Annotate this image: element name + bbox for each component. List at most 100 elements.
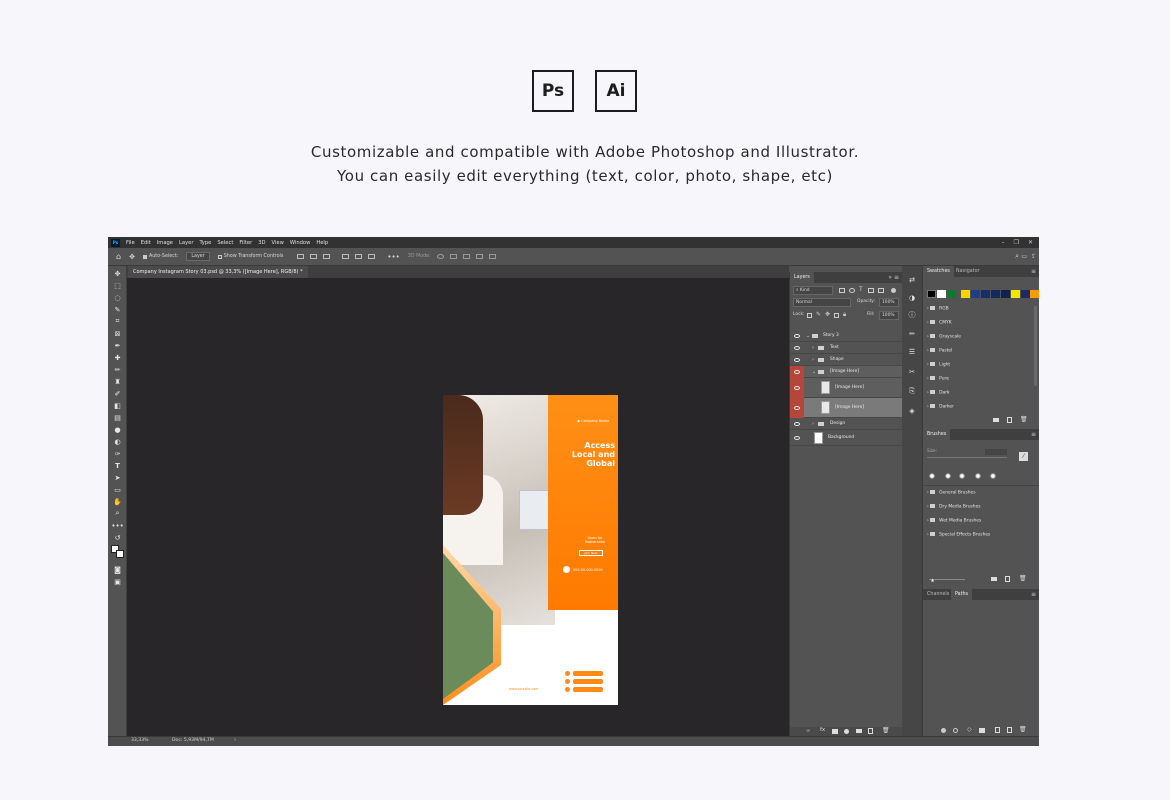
panel-collapse-icon[interactable]: » [888,274,892,281]
brush-group[interactable]: › Special Effects Brushes [927,532,990,538]
delete-path-icon[interactable]: 🗑︎ [1019,726,1027,733]
align-middle-icon[interactable] [355,254,363,259]
new-layer-icon[interactable] [868,728,873,734]
dodge-tool-icon[interactable]: ◐ [113,438,122,446]
menu-select[interactable]: Select [217,240,233,246]
panel-menu-icon[interactable]: ≡ [1031,591,1036,598]
swatch-group[interactable]: › Pastel [927,348,952,354]
expand-arrow-icon[interactable]: ⌄ [806,333,810,339]
eyedropper-tool-icon[interactable]: ✒ [113,342,122,350]
new-brush-preset-icon[interactable] [1005,576,1010,582]
eraser-tool-icon[interactable]: ◧ [113,402,122,410]
tab-navigator[interactable]: Navigator [952,266,983,277]
new-group-icon[interactable] [856,729,862,733]
visibility-eye-icon[interactable] [794,333,800,338]
swatch[interactable] [991,290,1000,298]
3d-orbit-icon[interactable] [436,254,444,259]
info-icon[interactable]: ⓘ [908,311,916,319]
delete-layer-icon[interactable]: 🗑︎ [882,727,890,734]
new-group-icon[interactable] [993,418,999,422]
zoom-level[interactable]: 33,33% [131,738,149,743]
menu-help[interactable]: Help [316,240,328,246]
menu-file[interactable]: File [126,240,135,246]
canvas-area[interactable]: ◉ Company Name Access Local and Global O… [127,278,789,736]
swatch-group[interactable]: › Darker [927,404,954,410]
align-top-icon[interactable] [342,254,350,259]
delete-swatch-icon[interactable]: 🗑︎ [1020,416,1028,423]
panel-menu-icon[interactable]: ≡ [894,274,899,281]
character-icon[interactable]: ✂ [908,368,916,376]
type-tool-icon[interactable]: T [113,462,122,470]
lock-artboard-icon[interactable] [834,313,839,318]
tab-brushes[interactable]: Brushes [923,429,951,440]
swatches-scrollbar[interactable] [1034,306,1037,386]
lock-all-icon[interactable]: 🔒︎ [843,311,846,319]
swatch[interactable] [937,290,946,298]
minimize-icon[interactable]: – [1002,239,1005,246]
filter-type-icon[interactable]: T [859,286,863,293]
expand-arrow-icon[interactable]: › [812,357,814,363]
menu-3d[interactable]: 3D [258,240,265,246]
layer-row[interactable]: Background [790,430,903,446]
shape-tool-icon[interactable]: ▭ [113,486,122,494]
load-selection-icon[interactable]: ◇ [967,726,972,733]
workspace-icon[interactable]: ▭ [1021,253,1027,260]
show-transform-checkbox[interactable] [217,254,222,259]
pen-tool-icon[interactable]: ✑ [113,450,122,458]
filter-toggle-icon[interactable] [891,288,896,293]
brush-preset[interactable] [990,473,996,479]
layer-row[interactable]: › Shape [790,354,903,366]
swatch[interactable] [961,290,970,298]
align-left-icon[interactable] [297,254,305,259]
visibility-eye-icon[interactable] [794,385,800,390]
menu-view[interactable]: View [272,240,284,246]
marquee-tool-icon[interactable]: ⬚ [113,282,122,290]
swatch-group[interactable]: › Light [927,362,950,368]
artboard-instagram-story[interactable]: ◉ Company Name Access Local and Global O… [443,395,618,705]
tab-layers[interactable]: Layers [790,272,814,283]
layer-row[interactable]: › Design [790,418,903,430]
fill-path-icon[interactable] [941,728,946,733]
brush-group[interactable]: › Wet Media Brushes [927,518,981,524]
hand-tool-icon[interactable]: ✋ [113,498,122,506]
layer-row[interactable]: [Image Here] [790,378,903,398]
crop-tool-icon[interactable]: ⌗ [113,317,122,325]
brush-preset[interactable] [975,473,981,479]
swatch-group[interactable]: › Dark [927,390,950,396]
filter-kind-dropdown[interactable]: ⌕ Kind [793,286,833,295]
align-right-icon[interactable] [323,254,331,259]
filter-smart-icon[interactable] [878,288,884,293]
new-group-icon[interactable] [1007,727,1012,733]
visibility-eye-icon[interactable] [794,421,800,426]
clone-stamp-tool-icon[interactable]: ♜ [113,378,122,386]
brush-preset[interactable] [929,473,935,479]
swatch[interactable] [981,290,990,298]
swap-colors-icon[interactable]: ↺ [113,534,122,542]
brush-group[interactable]: › General Brushes [927,490,976,496]
quick-mask-icon[interactable]: ◙ [113,566,122,574]
menu-filter[interactable]: Filter [239,240,252,246]
more-options-icon[interactable]: ••• [387,253,399,261]
color-icon[interactable]: ◑ [908,294,916,302]
align-bottom-icon[interactable] [368,254,376,259]
blur-tool-icon[interactable]: ● [113,426,122,434]
swatch-group[interactable]: › RGB [927,306,949,312]
tab-channels[interactable]: Channels [923,589,953,600]
visibility-eye-icon[interactable] [794,357,800,362]
swatch[interactable] [927,290,936,298]
home-icon[interactable]: ⌂ [116,252,121,261]
menu-edit[interactable]: Edit [141,240,151,246]
expand-arrow-icon[interactable]: › [812,345,814,351]
filter-pixel-icon[interactable] [839,288,845,293]
panel-menu-icon[interactable]: ≡ [1031,431,1036,438]
layer-row[interactable]: ⌄ [Image Here] [790,366,903,378]
brush-preset[interactable] [959,473,965,479]
swatch[interactable] [1011,290,1020,298]
new-brush-icon[interactable]: ⁄ [1019,452,1028,461]
link-layers-icon[interactable]: ∞ [806,728,810,734]
fill-input[interactable]: 100% [879,311,899,320]
history-icon[interactable]: ⇄ [908,276,916,284]
edit-toolbar-icon[interactable]: ••• [111,522,123,530]
tab-paths[interactable]: Paths [951,589,973,600]
quick-select-tool-icon[interactable]: ✎ [113,306,122,314]
